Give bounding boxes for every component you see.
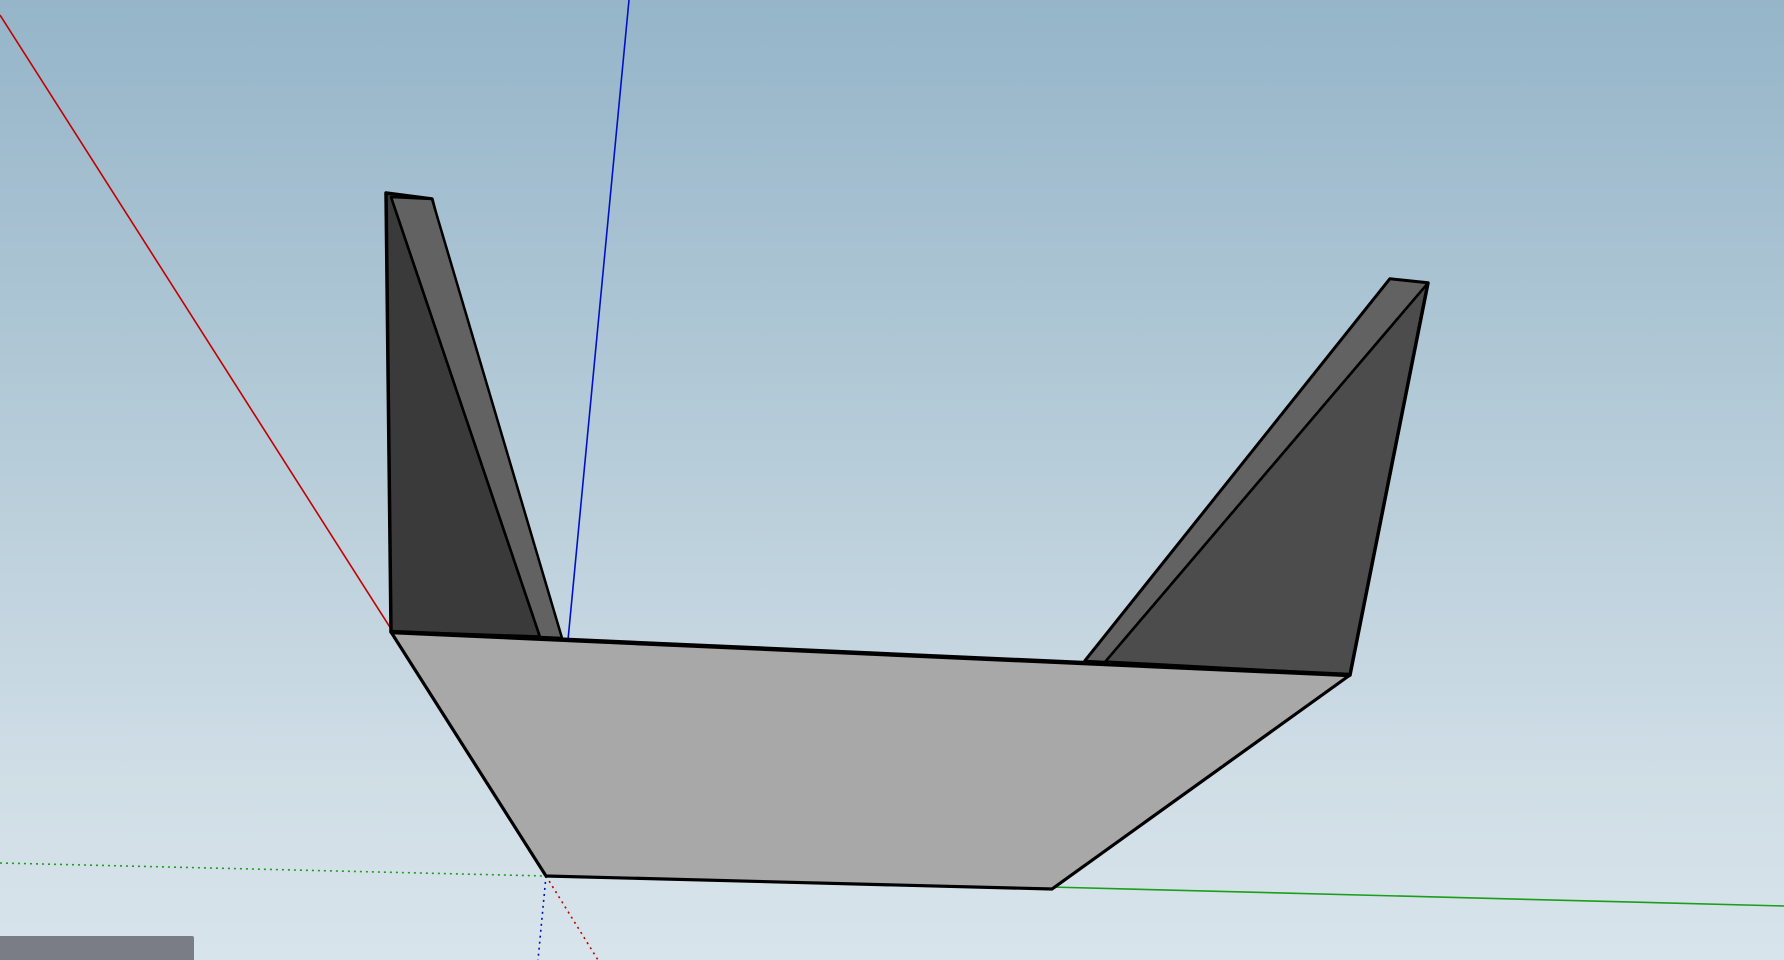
green-axis-negative [0,862,547,877]
model-group[interactable] [384,191,1430,891]
model-viewport[interactable] [0,0,1784,960]
green-axis-positive [1049,886,1784,907]
status-text-clipped [10,950,60,954]
red-axis-positive [0,14,394,633]
red-axis-negative [545,875,599,960]
blue-axis-positive [567,0,630,641]
scene-canvas[interactable] [0,0,1784,960]
status-panel [0,936,194,960]
blue-axis-negative [537,875,547,960]
